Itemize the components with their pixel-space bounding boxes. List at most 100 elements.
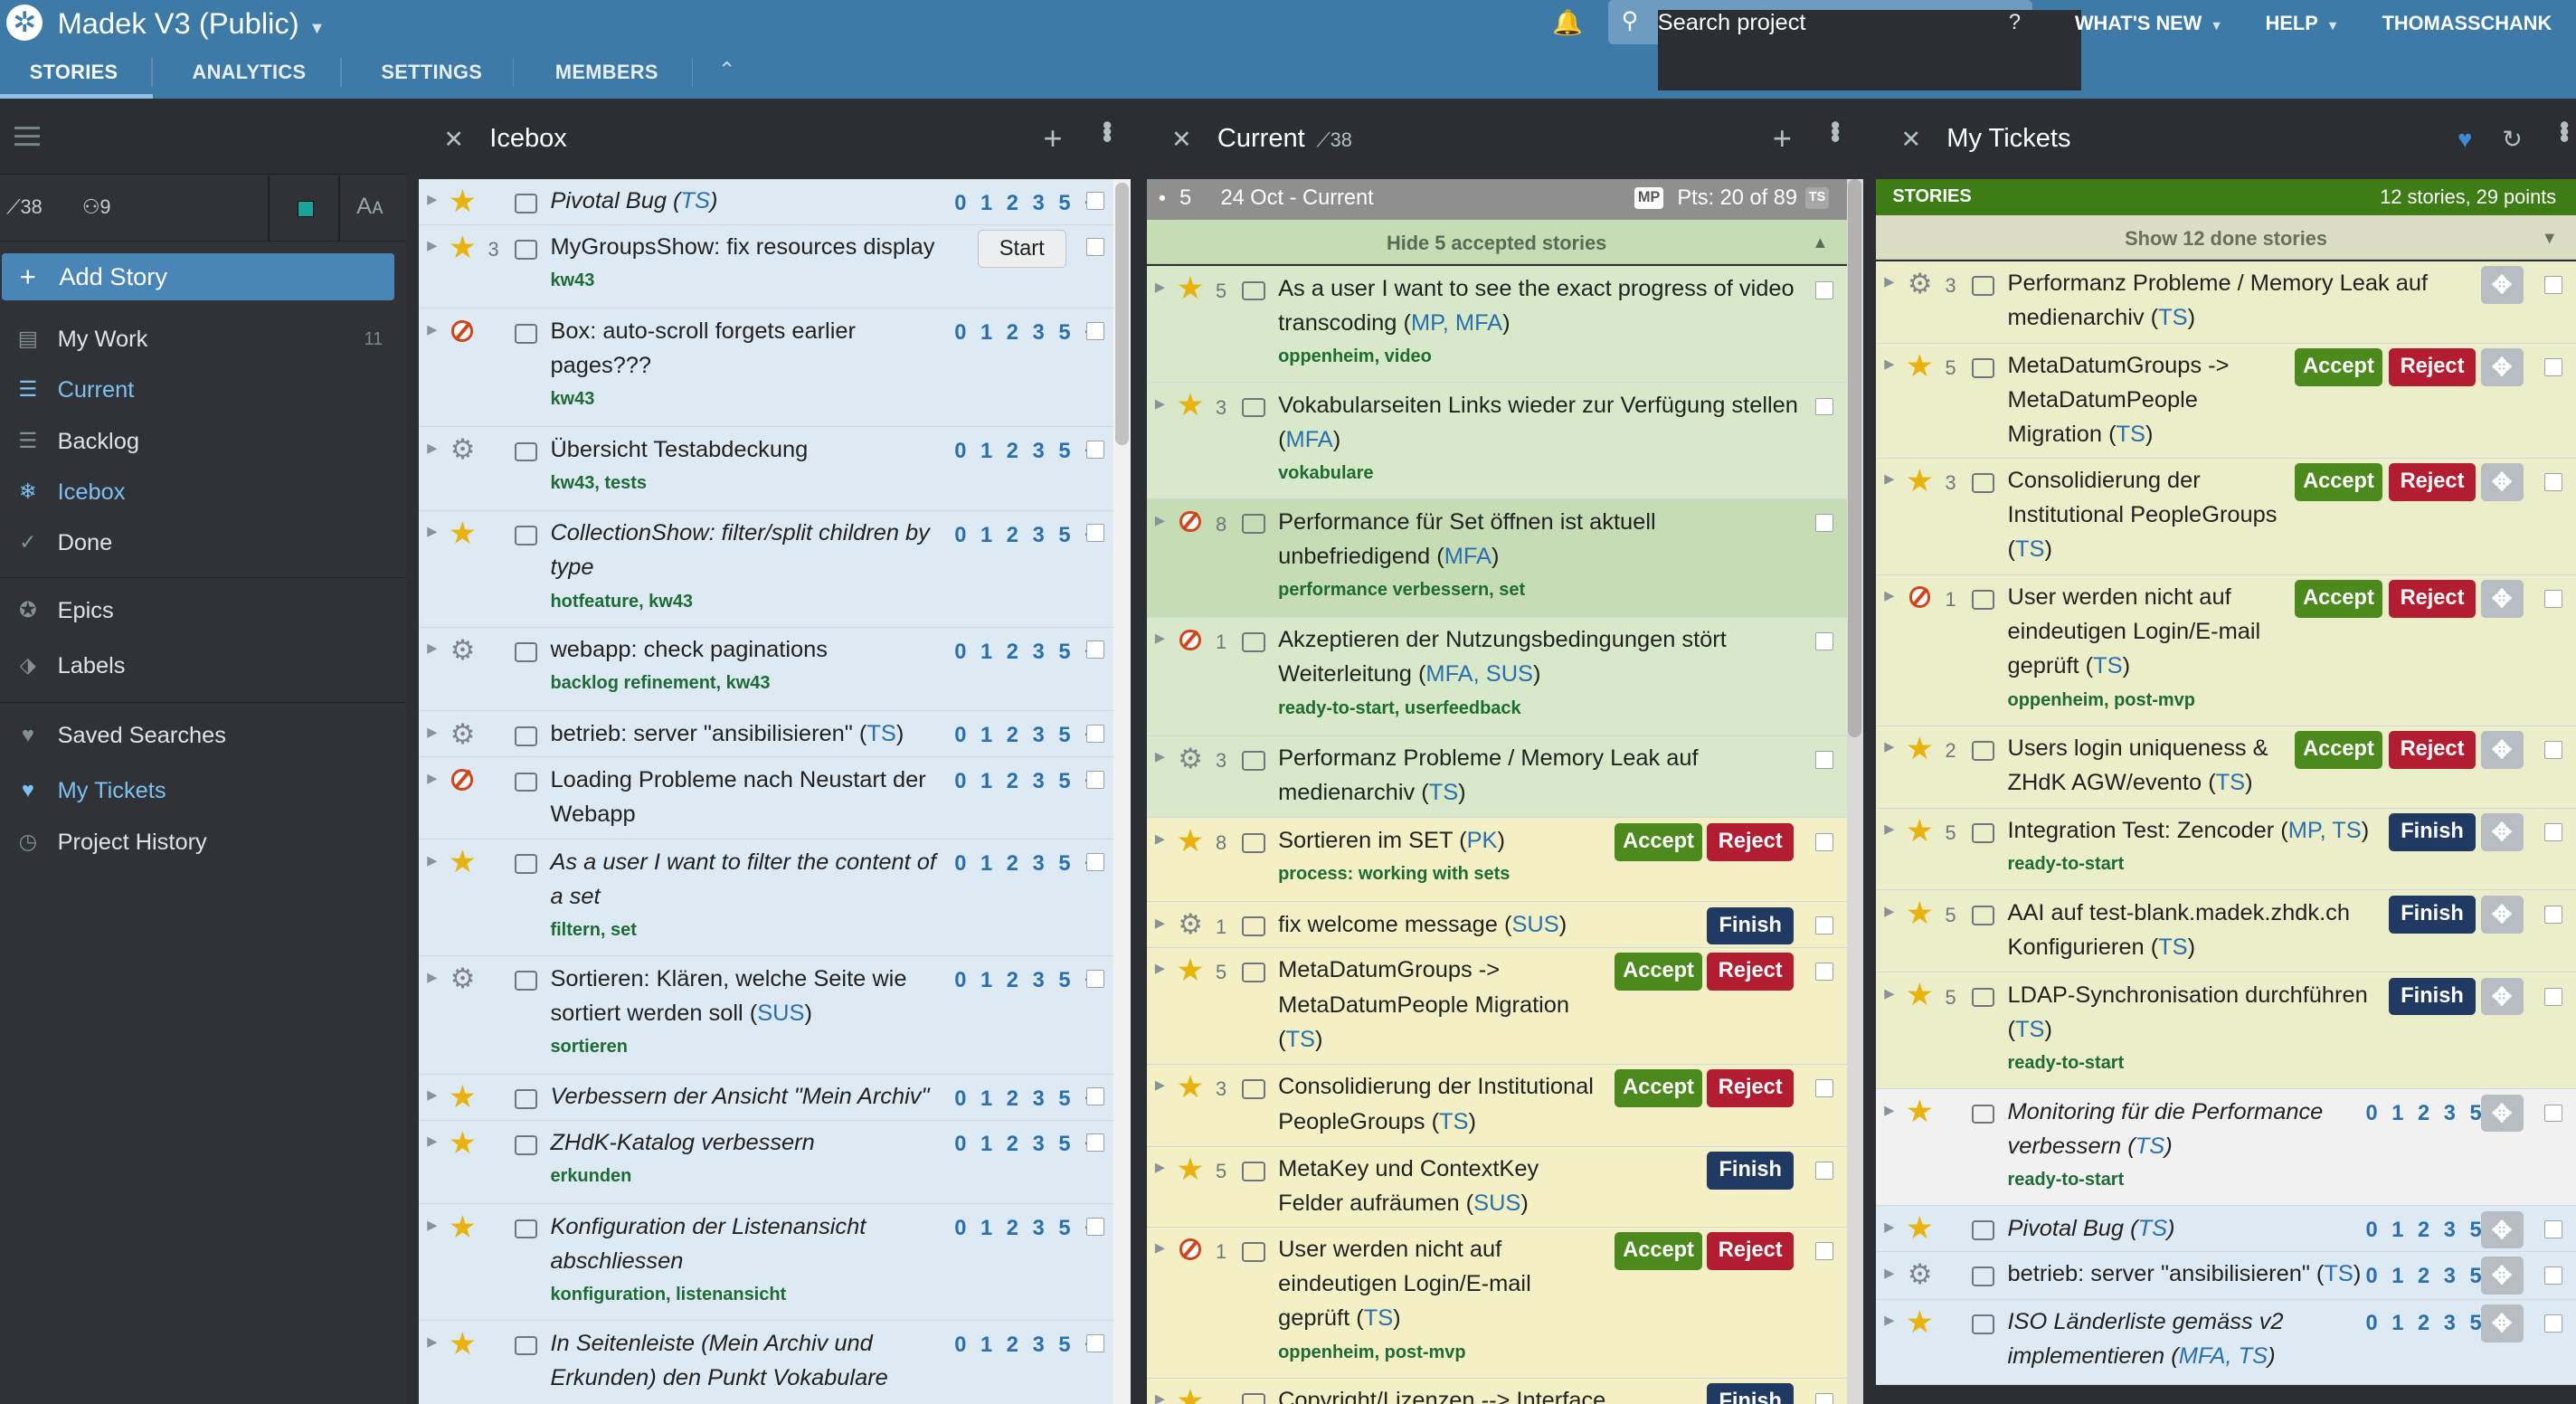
- my-tickets-story[interactable]: ▶ ★ 5 AAI auf test-blank.madek.zhdk.ch Konf…: [1876, 890, 2576, 973]
- select-checkbox[interactable]: [2544, 1104, 2563, 1123]
- expand-story-icon[interactable]: ▶: [1884, 821, 1894, 838]
- add-story-icon[interactable]: +: [1773, 119, 1792, 157]
- expand-story-icon[interactable]: ▶: [1155, 1077, 1165, 1094]
- icebox-story[interactable]: ▶ ⚙ Sortieren: Klären, welche Seite wie so…: [419, 956, 1114, 1075]
- feature-star-icon[interactable]: ★: [1906, 1212, 1934, 1245]
- story-owners[interactable]: (TS): [2151, 305, 2195, 330]
- feature-star-icon[interactable]: ★: [1176, 1071, 1204, 1104]
- comment-icon[interactable]: [1971, 357, 1994, 378]
- select-checkbox[interactable]: [1814, 514, 1833, 533]
- icebox-story[interactable]: ▶ ★ Verbessern der Ansicht "Mein Archiv" 0 …: [419, 1074, 1114, 1121]
- estimate-picker[interactable]: 0 1 2 3 5 +: [954, 1086, 1101, 1113]
- story-name[interactable]: In Seitenleiste (Mein Archiv und Erkunde…: [550, 1326, 944, 1395]
- icebox-story[interactable]: ▶ Loading Probleme nach Neustart der Weba…: [419, 757, 1114, 840]
- story-owners[interactable]: (TS): [2108, 422, 2153, 447]
- story-labels[interactable]: kw43: [550, 264, 944, 297]
- whats-new-menu[interactable]: WHAT'S NEW ▼: [2075, 10, 2223, 40]
- select-checkbox[interactable]: [1814, 1242, 1833, 1261]
- select-checkbox[interactable]: [1085, 1217, 1104, 1236]
- comment-icon[interactable]: [1971, 987, 1994, 1008]
- owner-initials[interactable]: TS: [2136, 1134, 2164, 1159]
- expand-story-icon[interactable]: ▶: [1884, 904, 1894, 920]
- comment-icon[interactable]: [514, 642, 537, 662]
- current-story[interactable]: ▶ 1 User werden nicht auf eindeutigen Logi…: [1146, 1227, 1847, 1379]
- select-checkbox[interactable]: [2544, 276, 2563, 295]
- owner-initials[interactable]: TS: [2158, 305, 2187, 330]
- select-checkbox[interactable]: [1085, 640, 1104, 659]
- story-name[interactable]: MetaKey und ContextKey Felder aufräumen …: [1278, 1152, 1606, 1220]
- icebox-story[interactable]: ▶ ★ As a user I want to filter the content…: [419, 840, 1114, 957]
- sidebar-item-saved-searches[interactable]: ♥ Saved Searches: [0, 718, 406, 754]
- expand-story-icon[interactable]: ▶: [1155, 961, 1165, 977]
- story-name[interactable]: betrieb: server "ansibilisieren" (TS): [550, 716, 944, 751]
- story-labels[interactable]: kw43: [550, 383, 944, 415]
- finish-button[interactable]: Finish: [1707, 906, 1795, 945]
- expand-story-icon[interactable]: ▶: [1884, 986, 1894, 1002]
- reject-button[interactable]: Reject: [1707, 1232, 1795, 1270]
- story-owners[interactable]: (TS): [1356, 1305, 1400, 1331]
- bug-icon[interactable]: [1179, 510, 1201, 533]
- heart-icon[interactable]: ♥: [2458, 123, 2472, 156]
- search-input[interactable]: ⚲ Search project ?: [1608, 0, 2082, 90]
- expand-story-icon[interactable]: ▶: [1884, 739, 1894, 755]
- story-name[interactable]: AAI auf test-blank.madek.zhdk.ch Konfigu…: [2008, 896, 2386, 964]
- select-checkbox[interactable]: [2544, 741, 2563, 760]
- select-checkbox[interactable]: [1085, 770, 1104, 789]
- my-tickets-story[interactable]: ▶ ★ Pivotal Bug (TS) 0 1 2 3 5 + ✥: [1876, 1206, 2576, 1252]
- tab-stories[interactable]: STORIES: [30, 61, 118, 83]
- story-owners[interactable]: (TS): [2130, 1216, 2174, 1241]
- move-story-icon[interactable]: ✥: [2480, 1304, 2524, 1342]
- owner-initials[interactable]: SUS: [1473, 1191, 1520, 1216]
- owner-initials[interactable]: TS: [2216, 770, 2245, 795]
- expand-story-icon[interactable]: ▶: [1155, 831, 1165, 848]
- story-owners[interactable]: (TS): [1278, 1027, 1322, 1052]
- owner-initials[interactable]: MFA, SUS: [1425, 661, 1533, 687]
- comment-icon[interactable]: [1242, 1079, 1265, 1100]
- move-story-icon[interactable]: ✥: [2480, 348, 2524, 386]
- chore-gear-icon[interactable]: ⚙: [450, 634, 476, 667]
- expand-story-icon[interactable]: ▶: [427, 1218, 437, 1234]
- story-name[interactable]: As a user I want to see the exact progre…: [1278, 271, 1801, 374]
- comment-icon[interactable]: [514, 854, 537, 875]
- color-theme-swatch[interactable]: [297, 200, 314, 217]
- chore-gear-icon[interactable]: ⚙: [1908, 268, 1933, 300]
- story-name[interactable]: Box: auto-scroll forgets earlier pages??…: [550, 314, 944, 416]
- story-name[interactable]: MetaDatumGroups -> MetaDatumPeople Migra…: [1278, 953, 1606, 1056]
- story-name[interactable]: Sortieren im SET (PK) process: working wi…: [1278, 823, 1606, 890]
- story-name[interactable]: ISO Länderliste gemäss v2 implementieren…: [2008, 1304, 2370, 1373]
- my-tickets-story[interactable]: ▶ ⚙ betrieb: server "ansibilisieren" (TS) 0…: [1876, 1251, 2576, 1300]
- comment-icon[interactable]: [514, 1135, 537, 1155]
- current-story[interactable]: ▶ 8 Performance für Set öffnen ist aktuell…: [1146, 499, 1847, 618]
- expand-story-icon[interactable]: ▶: [427, 853, 437, 869]
- comment-icon[interactable]: [1971, 1104, 1994, 1124]
- feature-star-icon[interactable]: ★: [1906, 896, 1934, 930]
- current-story[interactable]: ▶ ★ 3 Consolidierung der Institutional Peop…: [1146, 1064, 1847, 1147]
- select-checkbox[interactable]: [1085, 724, 1104, 743]
- story-labels[interactable]: vokabulare: [1278, 457, 1801, 489]
- reject-button[interactable]: Reject: [1707, 1069, 1795, 1108]
- feature-star-icon[interactable]: ★: [1906, 815, 1934, 848]
- chore-gear-icon[interactable]: ⚙: [450, 433, 476, 466]
- my-tickets-story[interactable]: ▶ ★ Monitoring für die Performance verbess…: [1876, 1089, 2576, 1207]
- feature-star-icon[interactable]: ★: [1906, 1096, 1934, 1128]
- owner-initials[interactable]: TS: [681, 188, 710, 213]
- story-labels[interactable]: kw43, tests: [550, 467, 944, 499]
- hide-accepted-bar[interactable]: Hide 5 accepted stories ▲: [1146, 220, 1847, 265]
- select-checkbox[interactable]: [1085, 1134, 1104, 1153]
- story-labels[interactable]: sortieren: [550, 1030, 944, 1063]
- expand-story-icon[interactable]: ▶: [1155, 280, 1165, 296]
- feature-star-icon[interactable]: ★: [449, 185, 477, 218]
- comment-icon[interactable]: [514, 1219, 537, 1239]
- icebox-story[interactable]: ▶ ★ ZHdK-Katalog verbessern erkunden 0 1 2 3…: [419, 1120, 1114, 1205]
- sidebar-item-my-tickets[interactable]: ♥ My Tickets: [0, 773, 406, 810]
- expand-story-icon[interactable]: ▶: [427, 725, 437, 741]
- story-name[interactable]: Loading Probleme nach Neustart der Webap…: [550, 763, 944, 831]
- move-story-icon[interactable]: ✥: [2480, 580, 2524, 618]
- current-story[interactable]: ▶ ⚙ 3 Performanz Probleme / Memory Leak auf…: [1146, 735, 1847, 819]
- story-labels[interactable]: erkunden: [550, 1160, 944, 1192]
- icebox-story[interactable]: ▶ ⚙ betrieb: server "ansibilisieren" (TS) 0…: [419, 711, 1114, 758]
- icebox-story[interactable]: ▶ ⚙ Übersicht Testabdeckung kw43, tests 0 1 …: [419, 427, 1114, 511]
- estimate-picker[interactable]: 0 1 2 3 5 +: [954, 640, 1101, 666]
- story-labels[interactable]: ready-to-start, userfeedback: [1278, 692, 1801, 725]
- story-labels[interactable]: oppenheim, post-mvp: [1278, 1336, 1606, 1369]
